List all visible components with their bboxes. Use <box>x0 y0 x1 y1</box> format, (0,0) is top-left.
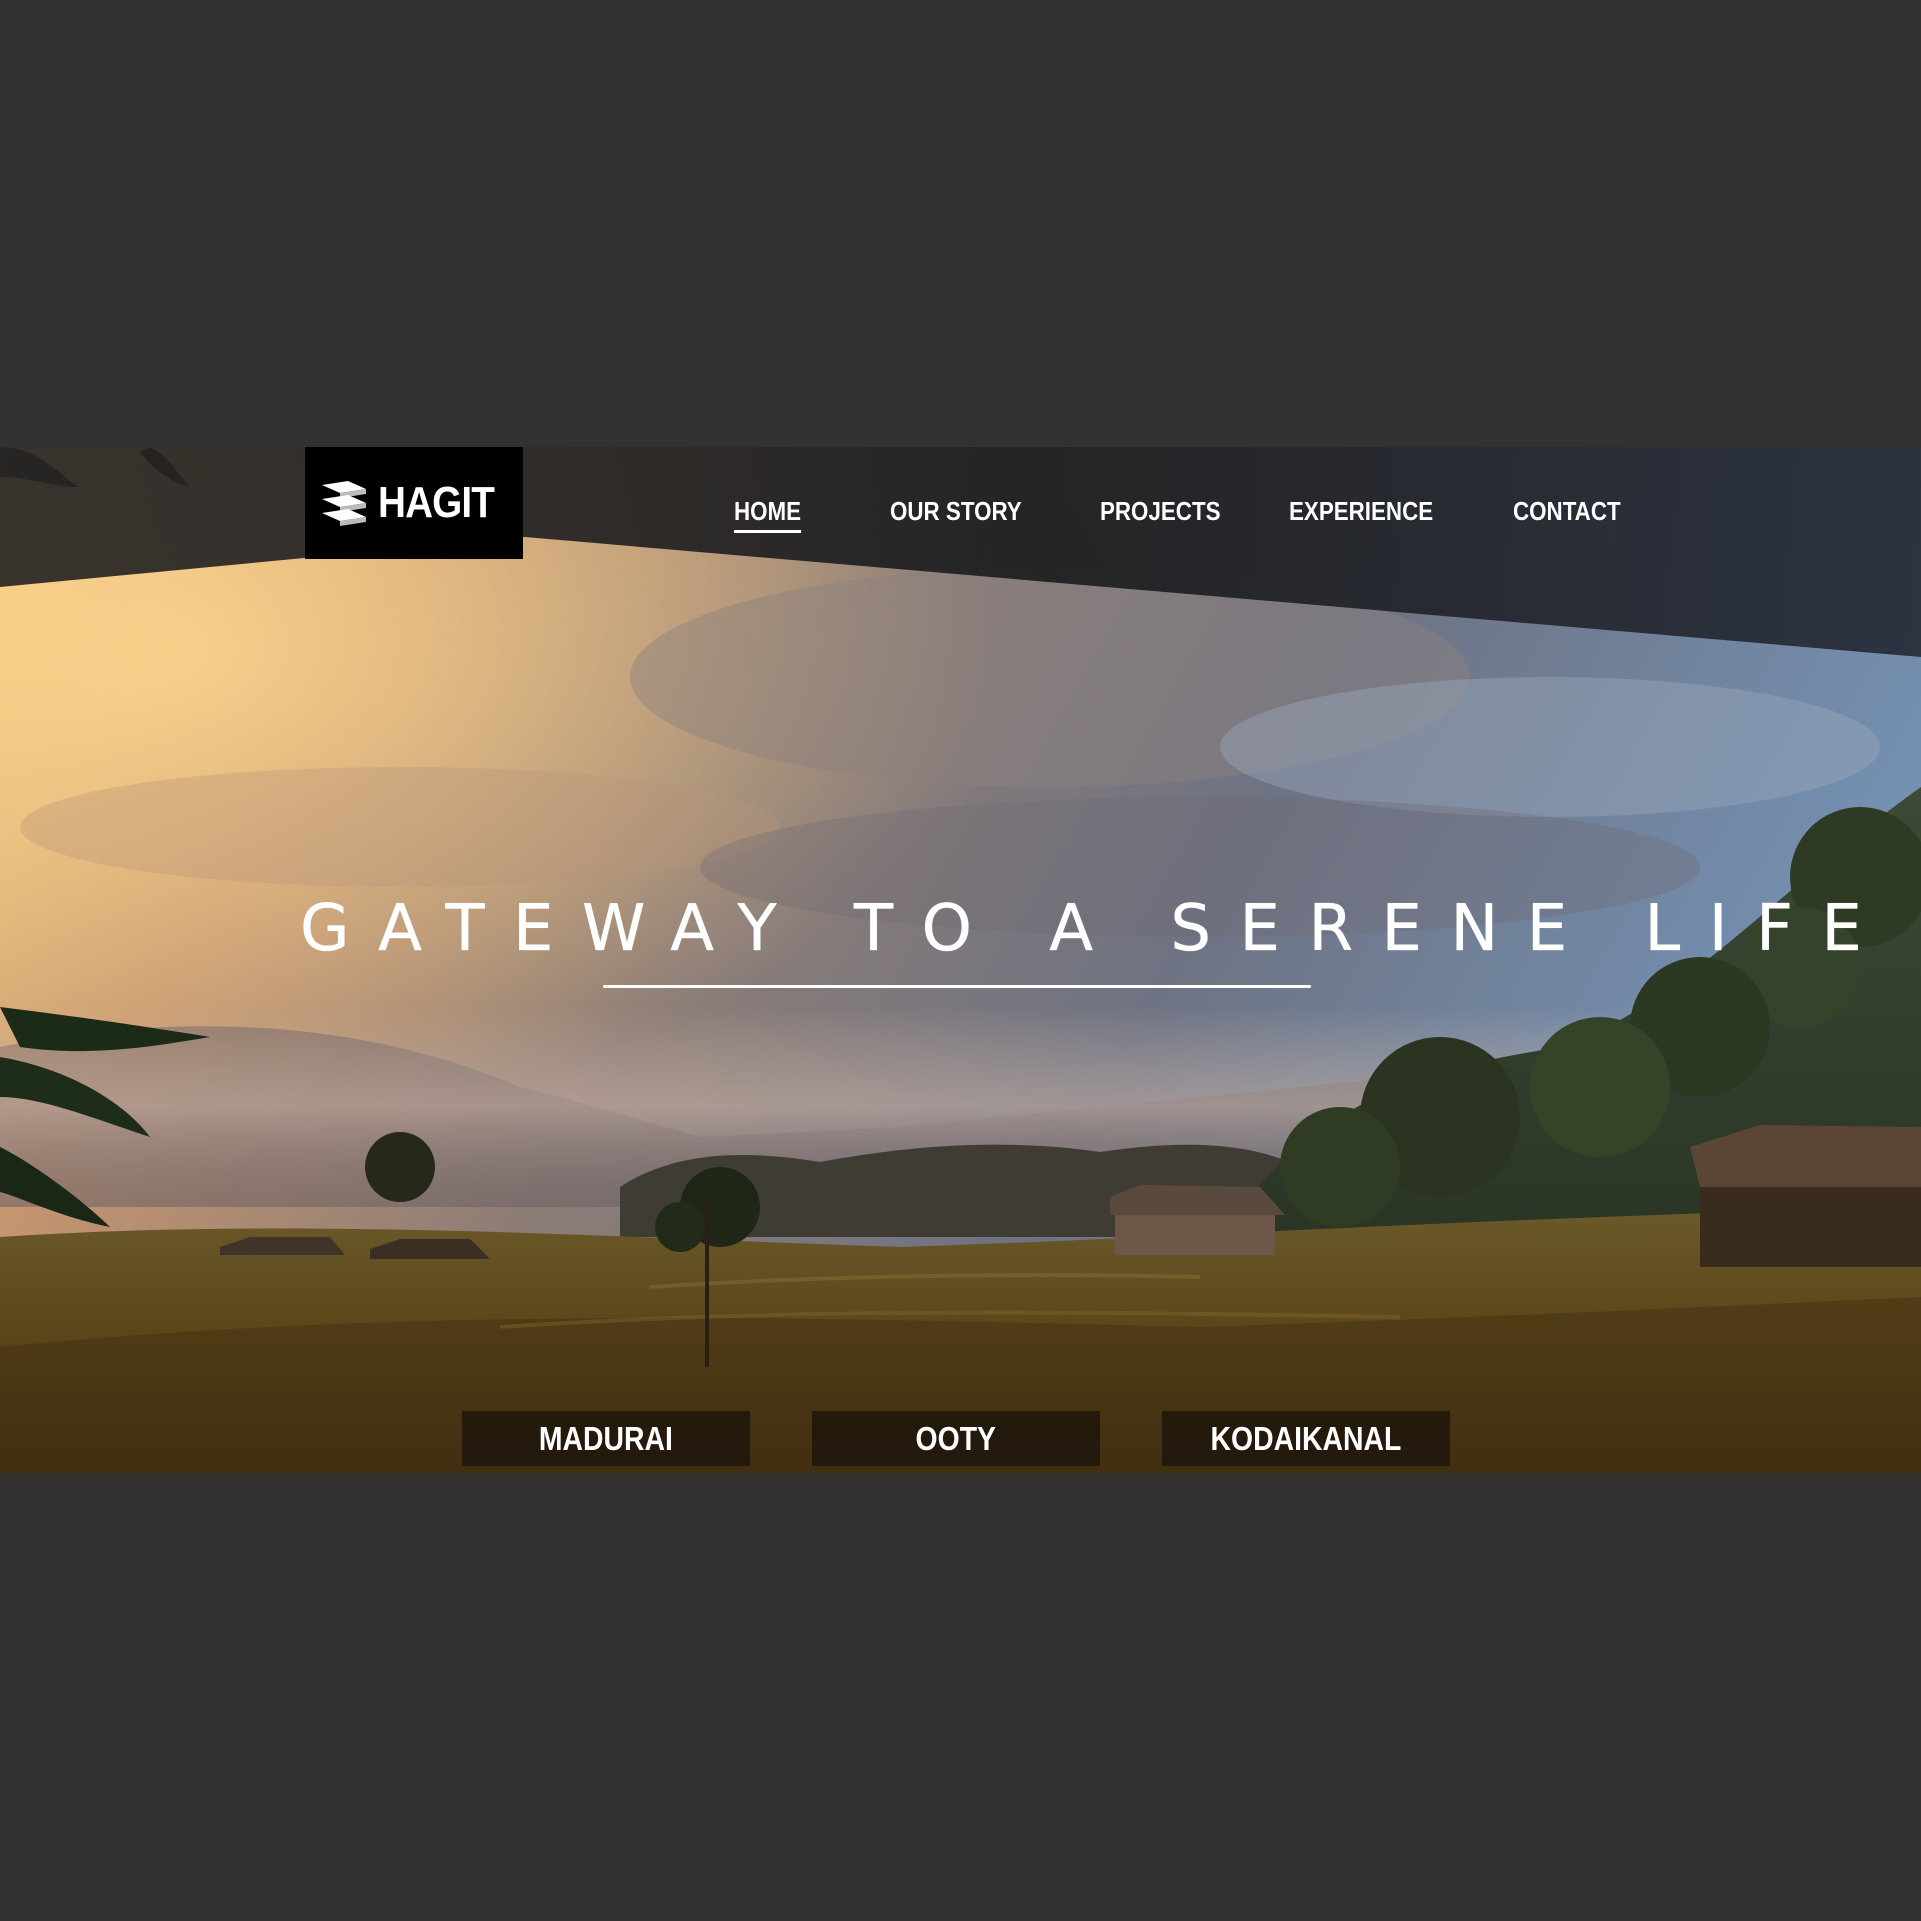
hero-banner: HAGIT HOME OUR STORY PROJECTS EXPERIENCE… <box>0 447 1921 1473</box>
stacked-layers-icon <box>322 481 367 526</box>
nav-experience[interactable]: EXPERIENCE <box>1289 496 1433 527</box>
nav-home[interactable]: HOME <box>734 496 802 533</box>
brand-name: HAGIT <box>378 478 495 527</box>
nav-projects[interactable]: PROJECTS <box>1100 496 1221 527</box>
tagline-underline <box>603 985 1311 988</box>
nav-our-story[interactable]: OUR STORY <box>890 496 1022 527</box>
destination-label: OOTY <box>915 1419 997 1457</box>
hero-tagline: GATEWAY TO A SERENE LIFE <box>300 892 1891 966</box>
destination-button-kodaikanal[interactable]: KODAIKANAL <box>1162 1411 1450 1466</box>
destination-button-madurai[interactable]: MADURAI <box>462 1411 750 1466</box>
destination-label: MADURAI <box>538 1419 673 1457</box>
nav-contact[interactable]: CONTACT <box>1513 496 1621 527</box>
brand-logo[interactable]: HAGIT <box>305 447 523 559</box>
destination-label: KODAIKANAL <box>1210 1419 1402 1457</box>
destination-button-ooty[interactable]: OOTY <box>812 1411 1100 1466</box>
